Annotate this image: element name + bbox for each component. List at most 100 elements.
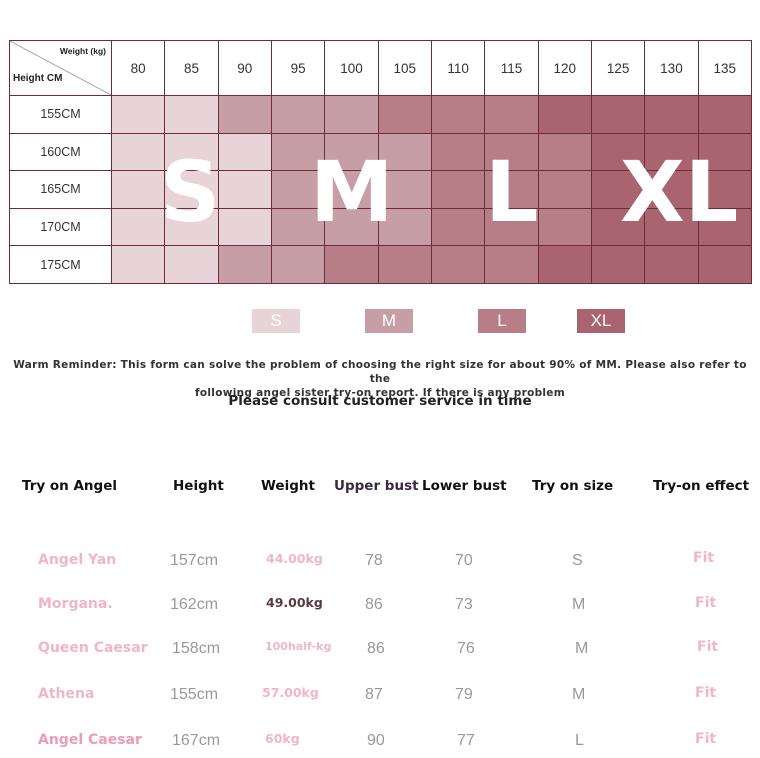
header-upper-bust: Upper bust [334,478,419,494]
size-cell-l [430,132,486,172]
tryon-height: 157cm [170,552,219,569]
size-cell-s [164,207,219,247]
size-chart-table: Weight (kg) Height CM 80 85 90 95 100 10… [9,40,753,284]
size-cell-l [430,207,486,247]
tryon-height: 155cm [170,686,219,703]
header-try-on-angel: Try on Angel [22,478,117,494]
size-cell-xl [644,245,699,284]
size-cell-m [377,132,432,172]
height-row: 155CM [9,95,753,134]
tryon-upper-bust: 86 [365,596,383,613]
size-cell-l [537,207,592,247]
weight-header: 105 [377,40,432,96]
legend-item-l: L [478,309,526,333]
size-cell-xl [590,95,646,134]
weight-header: 90 [217,40,272,96]
corner-header: Weight (kg) Height CM [9,40,112,96]
tryon-effect: Fit [697,639,719,655]
tryon-height: 162cm [170,596,219,613]
size-cell-s [164,170,219,209]
size-cell-m [324,170,379,209]
weight-header: 115 [484,40,539,96]
tryon-weight: 60kg [265,731,300,746]
size-cell-m [324,207,379,247]
size-cell-m [270,245,326,284]
size-cell-xl [590,132,646,172]
size-cell-s [110,95,166,134]
size-cell-xl [590,245,646,284]
tryon-height: 167cm [172,732,221,749]
header-lower-bust: Lower bust [422,478,507,494]
size-cell-xl [697,95,753,134]
size-cell-l [430,95,486,134]
size-cell-l [377,95,432,134]
size-cell-l [430,245,486,284]
tryon-weight: 57.00kg [262,685,319,700]
weight-axis-label: Weight (kg) [59,46,106,56]
tryon-upper-bust: 87 [365,686,383,703]
size-chart-grid: Weight (kg) Height CM 80 85 90 95 100 10… [9,40,753,284]
size-cell-l [484,170,539,209]
tryon-weight: 44.00kg [266,551,323,566]
height-label: 160CM [9,132,112,172]
height-row: 160CM [9,132,753,172]
size-cell-s [217,170,272,209]
reminder-line-1: Warm Reminder: This form can solve the p… [13,359,747,385]
size-cell-xl [537,245,592,284]
tryon-weight: 100half-kg [265,640,332,653]
tryon-name: Angel Yan [38,552,117,568]
tryon-lower-bust: 70 [455,552,473,569]
size-cell-xl [537,95,592,134]
tryon-name: Morgana. [38,596,113,612]
weight-header: 85 [164,40,219,96]
size-cell-s [164,245,219,284]
size-cell-m [217,245,272,284]
tryon-lower-bust: 76 [457,640,475,657]
size-cell-l [377,245,432,284]
height-label: 155CM [9,95,112,134]
legend-item-s: S [252,309,300,333]
tryon-name: Angel Caesar [38,732,142,748]
size-cell-l [537,170,592,209]
size-cell-m [377,170,432,209]
size-cell-xl [644,170,699,209]
weight-header: 135 [697,40,753,96]
size-cell-m [270,170,326,209]
size-cell-s [217,132,272,172]
tryon-lower-bust: 77 [457,732,475,749]
size-cell-m [217,95,272,134]
header-try-on-size: Try on size [532,478,614,494]
size-cell-s [110,132,166,172]
size-cell-l [484,207,539,247]
size-cell-l [484,245,539,284]
weight-header: 80 [110,40,166,96]
size-cell-l [430,170,486,209]
tryon-lower-bust: 79 [455,686,473,703]
height-label: 165CM [9,170,112,209]
size-cell-m [377,207,432,247]
weight-header: 95 [270,40,326,96]
size-cell-s [110,207,166,247]
size-cell-s [164,95,219,134]
size-cell-l [537,132,592,172]
size-cell-s [164,132,219,172]
size-cell-s [217,207,272,247]
size-cell-xl [590,170,646,209]
weight-header: 125 [590,40,646,96]
header-weight: Weight [261,478,315,494]
size-cell-m [270,132,326,172]
height-row: 165CM [9,170,753,209]
tryon-name: Queen Caesar [38,640,148,656]
size-cell-m [324,95,379,134]
size-cell-xl [644,132,699,172]
tryon-size: M [572,596,586,613]
tryon-name: Athena [38,686,95,702]
size-cell-l [324,245,379,284]
legend-item-xl: XL [577,309,625,333]
height-row: 175CM [9,245,753,284]
size-cell-xl [697,132,753,172]
tryon-size: M [572,686,586,703]
tryon-effect: Fit [695,595,717,611]
size-cell-l [484,95,539,134]
tryon-upper-bust: 86 [367,640,385,657]
